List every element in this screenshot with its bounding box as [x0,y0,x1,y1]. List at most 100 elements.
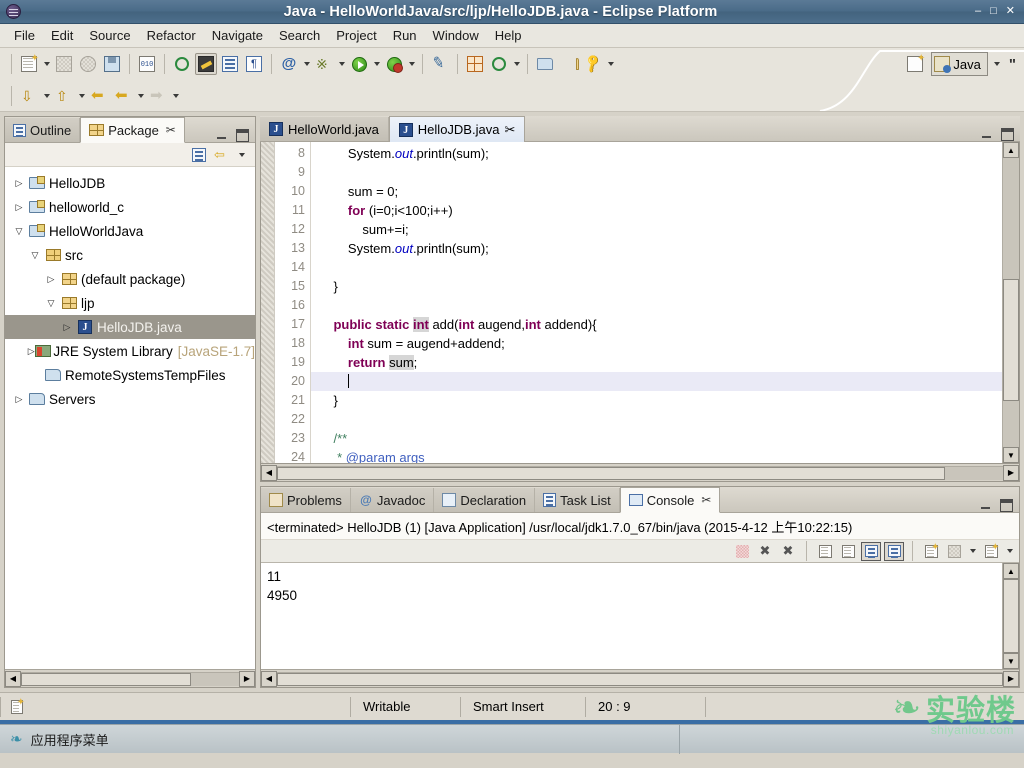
scroll-down-icon[interactable]: ▼ [1003,653,1019,669]
package-icon[interactable] [464,53,486,75]
menu-source[interactable]: Source [81,26,138,45]
menu-project[interactable]: Project [328,26,384,45]
chevron-down-icon[interactable] [135,86,146,106]
chevron-down-icon[interactable] [336,54,347,74]
menu-refactor[interactable]: Refactor [139,26,204,45]
tab-problems[interactable]: Problems [261,488,351,512]
folder-open-icon[interactable] [558,53,580,75]
scroll-up-icon[interactable]: ▲ [1003,142,1019,158]
close-icon[interactable]: ✂ [166,123,176,137]
menu-navigate[interactable]: Navigate [204,26,271,45]
maximize-button[interactable]: □ [990,6,997,17]
menu-edit[interactable]: Edit [43,26,81,45]
chevron-down-icon[interactable] [41,86,52,106]
scroll-left-icon[interactable]: ◀ [261,670,277,687]
twisty-collapsed-icon[interactable]: ▷ [27,346,35,357]
twisty-expanded-icon[interactable]: ▽ [27,250,43,261]
twisty-collapsed-icon[interactable]: ▷ [59,322,75,333]
blue-lines-icon[interactable] [219,53,241,75]
twisty-expanded-icon[interactable]: ▽ [11,226,27,237]
show-console-error-icon[interactable] [884,541,904,561]
bug-icon[interactable] [313,53,335,75]
scroll-up-icon[interactable]: ▲ [1003,563,1019,579]
close-icon[interactable]: ✂ [701,493,711,507]
menu-search[interactable]: Search [271,26,328,45]
new-document-icon[interactable] [18,53,40,75]
scroll-right-icon[interactable]: ▶ [1003,464,1019,481]
clear-console-icon[interactable] [815,542,835,561]
perspective-java-button[interactable]: Java [931,52,988,76]
arrow-down-icon[interactable]: ⇩ [18,85,40,107]
code-area[interactable]: System.out.println(sum); sum = 0; for (i… [311,142,1002,463]
display-console-icon[interactable] [944,542,964,561]
scroll-down-icon[interactable]: ▼ [1003,447,1019,463]
menu-run[interactable]: Run [385,26,425,45]
pilcrow-icon[interactable]: ¶ [243,53,265,75]
tab-console[interactable]: Console ✂ [619,487,721,513]
tree-item-ljp[interactable]: ▽ ljp [5,291,255,315]
skip-breakpoints-icon[interactable]: ✎ [429,53,451,75]
explorer-hscrollbar[interactable]: ◀ ▶ [5,669,255,687]
hscroll-thumb[interactable] [277,672,1003,686]
project-tree[interactable]: ▷ HelloJDB ▷ helloworld_c ▽ HelloWorldJa… [5,167,255,669]
run-green-icon[interactable] [348,53,370,75]
scroll-right-icon[interactable]: ▶ [239,670,255,687]
chevron-down-icon[interactable] [406,54,417,74]
twisty-collapsed-icon[interactable]: ▷ [11,394,27,405]
chevron-down-icon[interactable] [236,145,247,165]
menu-window[interactable]: Window [425,26,487,45]
tree-item-helloworldjava[interactable]: ▽ HelloWorldJava [5,219,255,243]
tab-declaration[interactable]: Declaration [434,488,536,512]
maximize-editor-icon[interactable] [1001,128,1014,141]
close-icon[interactable]: ✂ [504,122,515,138]
twisty-collapsed-icon[interactable]: ▷ [11,202,27,213]
chevron-down-icon[interactable] [76,86,87,106]
hscroll-track[interactable] [277,465,1003,480]
arrow-up-icon[interactable]: ⇧ [53,85,75,107]
forward-arrow-icon[interactable]: ➡ [147,85,169,107]
save-disabled-icon[interactable] [53,53,75,75]
chevron-down-icon[interactable] [170,86,181,106]
tab-task-list[interactable]: Task List [535,488,620,512]
chevron-down-icon[interactable] [967,541,978,561]
close-button[interactable]: ✕ [1006,6,1015,17]
minimize-view-icon[interactable] [217,129,230,142]
open-perspective-icon[interactable] [904,53,926,75]
vscroll-track[interactable] [1003,579,1019,653]
remove-icon[interactable]: ✖ [755,542,775,561]
toolbar-overflow-icon[interactable]: " [1009,56,1016,73]
print-icon[interactable] [101,53,123,75]
applications-menu-button[interactable]: ❧ 应用程序菜单 [0,730,109,749]
tree-item-remotesystemstempfiles[interactable]: ▷ RemoteSystemsTempFiles [5,363,255,387]
collapse-all-icon[interactable] [192,147,206,162]
open-console-icon[interactable] [981,542,1001,561]
class-icon[interactable] [488,53,510,75]
chevron-down-icon[interactable] [605,54,616,74]
last-edit-icon[interactable]: ⬅ [88,85,110,107]
minimize-view-icon[interactable] [981,499,994,512]
scroll-lock-icon[interactable] [838,542,858,561]
minimize-editor-icon[interactable] [982,128,995,141]
tree-item-hellojdb-java[interactable]: ▷ J HelloJDB.java [5,315,255,339]
maximize-view-icon[interactable] [236,129,249,142]
tab-helloworld-java[interactable]: J HelloWorld.java [260,117,389,141]
binary-icon[interactable]: 010 [136,53,158,75]
at-sign-icon[interactable]: @ [278,53,300,75]
editor-vscrollbar[interactable]: ▲ ▼ [1002,142,1019,463]
folder-task-icon[interactable] [534,53,556,75]
console-vscrollbar[interactable]: ▲ ▼ [1002,563,1019,669]
back-arrow-icon[interactable]: ⬅ [112,85,134,107]
twisty-collapsed-icon[interactable]: ▷ [43,274,59,285]
tree-item-servers[interactable]: ▷ Servers [5,387,255,411]
tab-hellojdb-java[interactable]: J HelloJDB.java ✂ [388,116,526,142]
tree-item-hellojdb[interactable]: ▷ HelloJDB [5,171,255,195]
tree-item-jre-system-library[interactable]: ▷ JRE System Library [JavaSE-1.7] [5,339,255,363]
scroll-right-icon[interactable]: ▶ [1003,670,1019,687]
terminate-disabled-icon[interactable] [732,542,752,561]
save-all-disabled-icon[interactable] [77,53,99,75]
console-hscrollbar[interactable]: ◀ ▶ [261,669,1019,687]
chevron-down-icon[interactable] [371,54,382,74]
run-external-icon[interactable] [383,53,405,75]
tree-item-helloworld-c[interactable]: ▷ helloworld_c [5,195,255,219]
hscroll-thumb[interactable] [277,466,945,480]
